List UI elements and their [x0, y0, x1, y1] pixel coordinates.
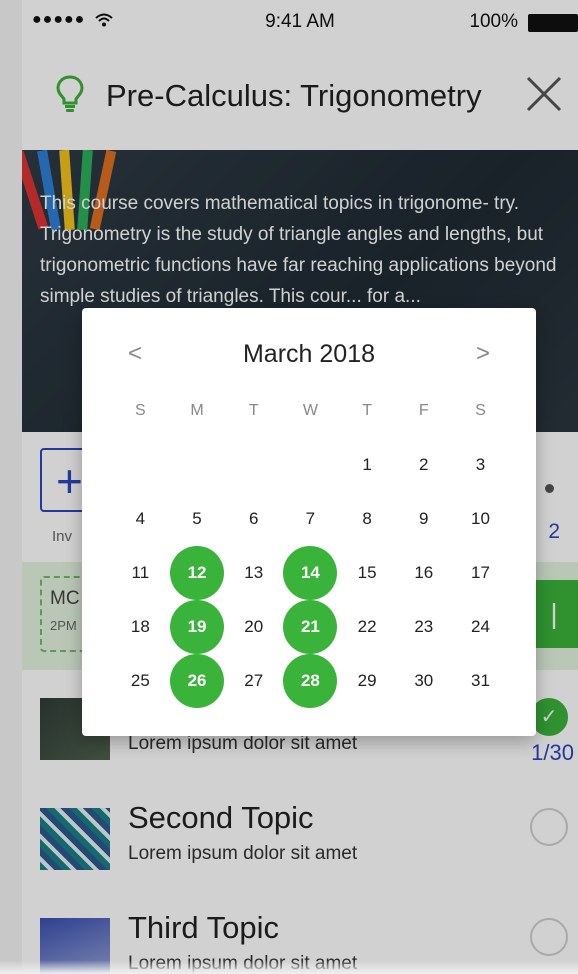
week-row: 11 12 13 14 15 16 17	[112, 546, 509, 600]
calendar-day-selected[interactable]: 26	[169, 654, 226, 708]
weekday-label: F	[418, 402, 429, 419]
week-row: 1 2 3	[112, 438, 509, 492]
weekday-label: S	[135, 402, 146, 419]
calendar-grid: S M T W T F S 1 2 3 4 5 6 7 8 9 10 11 12…	[112, 384, 509, 708]
calendar-day[interactable]: 4	[112, 492, 169, 546]
date-picker-modal: < March 2018 > S M T W T F S 1 2 3 4 5 6…	[82, 308, 536, 736]
weekday-label: T	[248, 402, 259, 419]
calendar-day-selected[interactable]: 14	[282, 546, 339, 600]
calendar-day[interactable]: 8	[339, 492, 396, 546]
calendar-day[interactable]: 25	[112, 654, 169, 708]
calendar-day	[282, 438, 339, 492]
calendar-day	[225, 438, 282, 492]
weekday-label: T	[362, 402, 372, 419]
calendar-month-label: March 2018	[242, 340, 376, 368]
weekday-label: M	[190, 402, 204, 419]
calendar-day-selected[interactable]: 28	[282, 654, 339, 708]
calendar-day	[112, 438, 169, 492]
calendar-day[interactable]: 23	[395, 600, 452, 654]
calendar-day[interactable]: 6	[225, 492, 282, 546]
calendar-day[interactable]: 18	[112, 600, 169, 654]
calendar-day[interactable]: 22	[339, 600, 396, 654]
weekday-row: S M T W T F S	[112, 384, 509, 438]
calendar-day[interactable]: 10	[452, 492, 509, 546]
calendar-day[interactable]: 31	[452, 654, 509, 708]
calendar-day-selected[interactable]: 12	[169, 546, 226, 600]
calendar-day[interactable]: 13	[225, 546, 282, 600]
week-row: 18 19 20 21 22 23 24	[112, 600, 509, 654]
calendar-day[interactable]: 29	[339, 654, 396, 708]
bottom-fade	[0, 960, 578, 974]
calendar-day[interactable]: 5	[169, 492, 226, 546]
calendar-day[interactable]: 24	[452, 600, 509, 654]
calendar-day-selected[interactable]: 21	[282, 600, 339, 654]
calendar-header: < March 2018 >	[82, 336, 536, 376]
calendar-day[interactable]: 3	[452, 438, 509, 492]
weekday-label: W	[302, 402, 318, 419]
calendar-day[interactable]: 7	[282, 492, 339, 546]
calendar-day[interactable]: 20	[225, 600, 282, 654]
week-row: 25 26 27 28 29 30 31	[112, 654, 509, 708]
calendar-day[interactable]: 27	[225, 654, 282, 708]
calendar-day[interactable]: 11	[112, 546, 169, 600]
next-month-button[interactable]: >	[476, 340, 490, 368]
calendar-day[interactable]: 2	[395, 438, 452, 492]
calendar-day	[169, 438, 226, 492]
calendar-day[interactable]: 17	[452, 546, 509, 600]
weekday-label: S	[475, 402, 486, 419]
week-row: 4 5 6 7 8 9 10	[112, 492, 509, 546]
calendar-day[interactable]: 15	[339, 546, 396, 600]
calendar-day[interactable]: 9	[395, 492, 452, 546]
calendar-day-selected[interactable]: 19	[169, 600, 226, 654]
calendar-day[interactable]: 16	[395, 546, 452, 600]
calendar-day[interactable]: 1	[339, 438, 396, 492]
calendar-day[interactable]: 30	[395, 654, 452, 708]
